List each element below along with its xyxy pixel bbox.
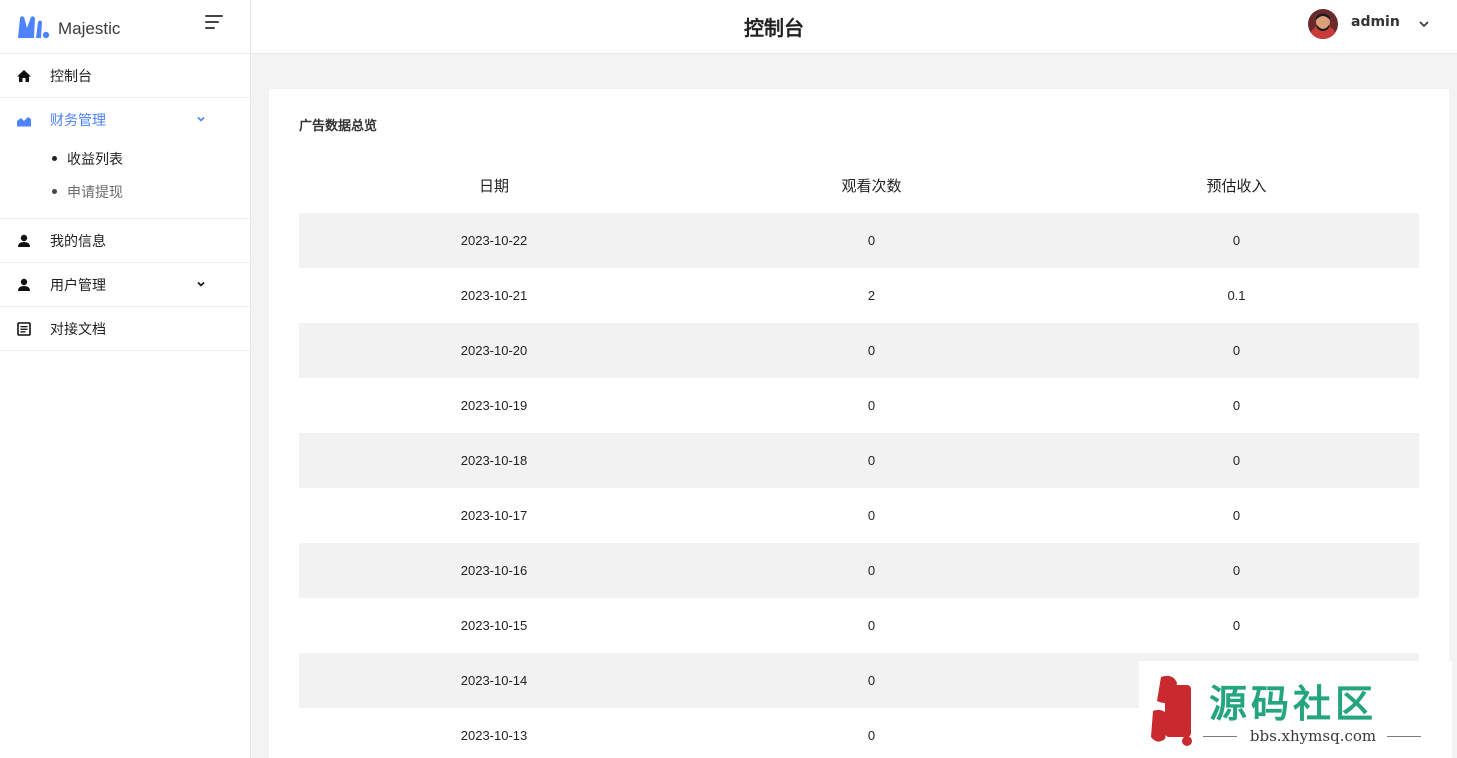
document-icon — [16, 321, 32, 337]
table-row: 2023-10-18 0 0 — [299, 433, 1419, 488]
cell-date: 2023-10-22 — [299, 213, 689, 268]
watermark-title: 源码社区 — [1209, 682, 1378, 726]
cell-estimated-income: 0 — [1054, 213, 1419, 268]
user-menu[interactable]: admin — [1308, 9, 1430, 39]
chevron-down-icon — [197, 281, 205, 287]
bullet-icon — [52, 156, 57, 161]
cell-date: 2023-10-19 — [460, 398, 528, 413]
cell-views: 0 — [689, 433, 1054, 488]
sidebar-subitem-withdraw[interactable]: 申请提现 — [0, 175, 250, 208]
table-row: 2023-10-16 0 0 — [299, 543, 1419, 598]
cell-views: 0 — [689, 543, 1054, 598]
table-row: 2023-10-20 0 0 — [299, 323, 1419, 378]
sidebar-subitem-label: 收益列表 — [67, 151, 123, 168]
sidebar-item-label: 我的信息 — [50, 233, 106, 250]
cell-views: 0 — [867, 618, 876, 633]
sidebar: Majestic 控制台 财务管理 收益列表 申请提现 我的信息 用户管理 对接… — [0, 0, 251, 758]
user-icon — [16, 277, 32, 293]
sidebar-item-finance[interactable]: 财务管理 — [0, 98, 250, 142]
sidebar-item-my-info[interactable]: 我的信息 — [0, 219, 250, 263]
sidebar-group-finance: 财务管理 收益列表 申请提现 — [0, 98, 250, 219]
sidebar-item-dashboard[interactable]: 控制台 — [0, 54, 250, 98]
cell-date: 2023-10-14 — [299, 653, 689, 708]
cell-estimated-income: 0 — [1054, 433, 1419, 488]
brand[interactable]: Majestic — [0, 0, 250, 54]
table-row: 2023-10-19 0 0 — [299, 378, 1419, 433]
cell-views: 0 — [867, 508, 876, 523]
cell-estimated-income: 0 — [1232, 508, 1241, 523]
bullet-icon — [52, 189, 57, 194]
sidebar-item-label: 对接文档 — [50, 321, 106, 338]
table-row: 2023-10-21 2 0.1 — [299, 268, 1419, 323]
cell-views: 0 — [867, 728, 876, 743]
cell-date: 2023-10-20 — [299, 323, 689, 378]
chevron-down-icon — [1419, 21, 1429, 28]
cell-date: 2023-10-13 — [460, 728, 528, 743]
sidebar-item-label: 控制台 — [50, 68, 92, 85]
ad-overview-card: 广告数据总览 日期 观看次数 预估收入 2023-10-22 0 0 2023-10-… — [269, 89, 1449, 758]
column-header-estimated-income: 预估收入 — [1206, 176, 1267, 195]
cell-date: 2023-10-18 — [299, 433, 689, 488]
chevron-down-icon — [197, 116, 205, 122]
card-title: 广告数据总览 — [299, 119, 378, 134]
cell-views: 0 — [689, 213, 1054, 268]
chart-icon — [16, 112, 32, 128]
page-title: 控制台 — [744, 16, 804, 40]
table-header-row: 日期 观看次数 预估收入 — [299, 157, 1419, 213]
cell-views: 2 — [867, 288, 876, 303]
cell-views: 0 — [689, 653, 1054, 708]
cell-estimated-income: 0 — [1232, 398, 1241, 413]
sidebar-item-label: 用户管理 — [50, 277, 106, 294]
sidebar-subitem-label: 申请提现 — [67, 184, 123, 201]
cell-date: 2023-10-15 — [460, 618, 528, 633]
cell-date: 2023-10-21 — [460, 288, 528, 303]
cell-views: 0 — [689, 323, 1054, 378]
menu-toggle-icon[interactable] — [205, 14, 227, 32]
home-icon — [16, 68, 32, 84]
cell-estimated-income: 0.1 — [1227, 288, 1246, 303]
table-row: 2023-10-17 0 0 — [299, 488, 1419, 543]
column-header-date: 日期 — [478, 176, 509, 195]
cell-date: 2023-10-16 — [299, 543, 689, 598]
watermark-divider — [1387, 736, 1421, 737]
sidebar-item-user-management[interactable]: 用户管理 — [0, 263, 250, 307]
cell-estimated-income: 0 — [1054, 323, 1419, 378]
cell-date: 2023-10-17 — [460, 508, 528, 523]
majestic-logo-icon — [18, 15, 50, 38]
cell-estimated-income: 0 — [1054, 543, 1419, 598]
sidebar-nav: 控制台 财务管理 收益列表 申请提现 我的信息 用户管理 对接文档 — [0, 54, 250, 351]
table-row: 2023-10-15 0 0 — [299, 598, 1419, 653]
watermark: 源码社区 bbs.xhymsq.com — [1139, 661, 1452, 758]
column-header-views: 观看次数 — [841, 176, 902, 195]
cell-estimated-income: 0 — [1232, 618, 1241, 633]
sidebar-item-label: 财务管理 — [50, 113, 106, 129]
table-row: 2023-10-22 0 0 — [299, 213, 1419, 268]
sidebar-subitem-earnings-list[interactable]: 收益列表 — [0, 142, 250, 175]
avatar — [1308, 9, 1338, 39]
sidebar-item-api-docs[interactable]: 对接文档 — [0, 307, 250, 351]
user-icon — [16, 233, 32, 249]
top-header: 控制台 admin — [251, 0, 1457, 54]
cell-views: 0 — [867, 398, 876, 413]
brand-name: Majestic — [58, 18, 121, 38]
watermark-seal-icon — [1151, 675, 1192, 746]
user-name: admin — [1351, 14, 1400, 30]
